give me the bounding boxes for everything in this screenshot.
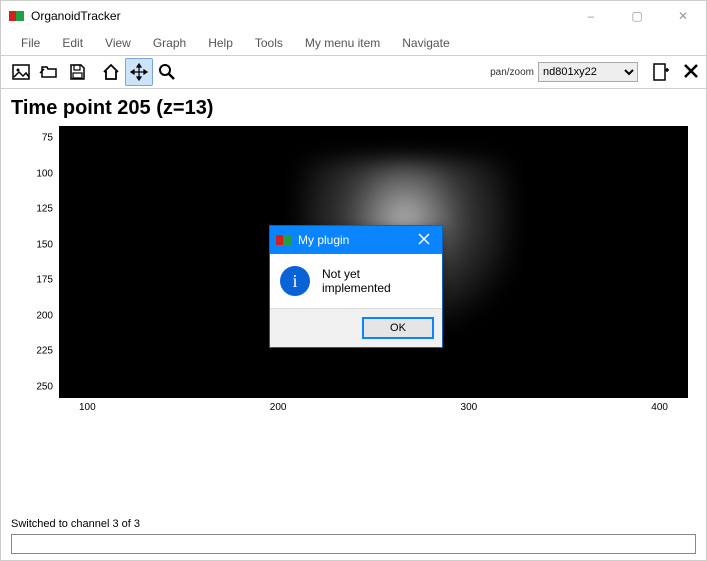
menu-help[interactable]: Help <box>198 34 243 52</box>
ok-button[interactable]: OK <box>362 317 434 339</box>
save-button[interactable] <box>63 58 91 86</box>
dialog-titlebar[interactable]: My plugin <box>270 226 442 254</box>
menu-view[interactable]: View <box>95 34 141 52</box>
dataset-select[interactable]: nd801xy22 <box>538 62 638 82</box>
y-tick: 150 <box>11 239 57 250</box>
dialog-body: i Not yet implemented <box>270 254 442 308</box>
y-tick: 125 <box>11 204 57 215</box>
x-tick: 300 <box>461 402 478 418</box>
toolbar: pan/zoom nd801xy22 <box>1 55 706 89</box>
close-view-button[interactable] <box>682 62 700 83</box>
dialog-message: Not yet implemented <box>322 267 432 295</box>
y-axis-ticks: 75 100 125 150 175 200 225 250 <box>11 138 57 398</box>
y-tick: 75 <box>11 133 57 144</box>
dialog-close-button[interactable] <box>412 233 436 248</box>
zoom-button[interactable] <box>153 58 181 86</box>
pan-button[interactable] <box>125 58 153 86</box>
open-image-button[interactable] <box>7 58 35 86</box>
window-title: OrganoidTracker <box>31 9 568 23</box>
titlebar: OrganoidTracker – ▢ ✕ <box>1 1 706 31</box>
window-controls: – ▢ ✕ <box>568 1 706 31</box>
y-tick: 225 <box>11 346 57 357</box>
dialog-app-icon <box>276 232 292 248</box>
command-input[interactable] <box>11 534 696 554</box>
y-tick: 175 <box>11 275 57 286</box>
page-title: Time point 205 (z=13) <box>11 97 696 120</box>
maximize-button[interactable]: ▢ <box>614 1 660 31</box>
menu-my-menu-item[interactable]: My menu item <box>295 34 390 52</box>
window-close-button[interactable]: ✕ <box>660 1 706 31</box>
x-tick: 200 <box>270 402 287 418</box>
y-tick: 250 <box>11 381 57 392</box>
minimize-button[interactable]: – <box>568 1 614 31</box>
open-folder-button[interactable] <box>35 58 63 86</box>
mode-label: pan/zoom <box>490 67 534 78</box>
x-tick: 400 <box>651 402 668 418</box>
menu-tools[interactable]: Tools <box>245 34 293 52</box>
x-tick: 100 <box>79 402 96 418</box>
x-axis-ticks: 100 200 300 400 <box>59 402 688 418</box>
menu-navigate[interactable]: Navigate <box>392 34 459 52</box>
menu-file[interactable]: File <box>11 34 50 52</box>
dialog-footer: OK <box>270 308 442 347</box>
y-tick: 100 <box>11 168 57 179</box>
info-dialog: My plugin i Not yet implemented OK <box>269 225 443 348</box>
new-page-button[interactable] <box>646 58 674 86</box>
info-icon: i <box>280 266 310 296</box>
y-tick: 200 <box>11 310 57 321</box>
dialog-title: My plugin <box>298 233 349 247</box>
status-message: Switched to channel 3 of 3 <box>11 518 140 530</box>
menubar: File Edit View Graph Help Tools My menu … <box>1 31 706 55</box>
home-button[interactable] <box>97 58 125 86</box>
app-icon <box>9 8 25 24</box>
menu-edit[interactable]: Edit <box>52 34 93 52</box>
menu-graph[interactable]: Graph <box>143 34 196 52</box>
